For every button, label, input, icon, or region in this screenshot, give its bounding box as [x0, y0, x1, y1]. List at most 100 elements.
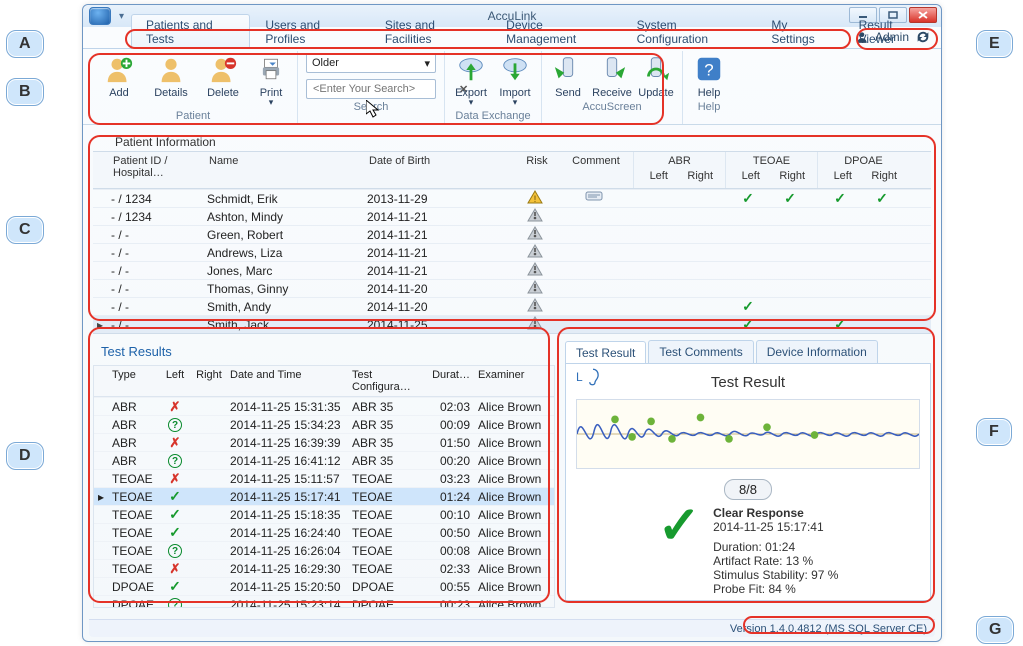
detail-tab-test-comments[interactable]: Test Comments: [648, 340, 753, 363]
test-result-row[interactable]: ▸TEOAE✓2014-11-25 15:17:41TEOAE01:24Alic…: [94, 487, 554, 505]
chevron-down-icon: ▾: [424, 57, 430, 70]
test-results-rows[interactable]: ABR✗2014-11-25 15:31:35ABR 3502:03Alice …: [94, 397, 554, 607]
device-update-icon: [640, 53, 672, 85]
unknown-icon: ?: [168, 418, 182, 432]
device-send-button[interactable]: Send: [550, 53, 586, 99]
patient-row[interactable]: - / -Green, Robert2014-11-21: [93, 225, 931, 243]
result-info: Clear Response 2014-11-25 15:17:41 Durat…: [713, 506, 838, 596]
svg-text:!: !: [534, 194, 537, 204]
test-results-title: Test Results: [93, 340, 555, 365]
patient-row[interactable]: - / -Smith, Andy2014-11-20✓: [93, 297, 931, 315]
user-name[interactable]: Admin: [875, 30, 909, 44]
ribbon-group-accuscreen: Send Receive Update AccuScreen: [542, 51, 683, 124]
user-icon: [855, 30, 869, 44]
detail-tab-device-information[interactable]: Device Information: [756, 340, 878, 363]
patient-row[interactable]: - / -Jones, Marc2014-11-21: [93, 261, 931, 279]
ribbon-tab-sites-and-facilities[interactable]: Sites and Facilities: [370, 14, 491, 49]
test-result-row[interactable]: TEOAE✓2014-11-25 15:18:35TEOAE00:10Alice…: [94, 505, 554, 523]
pass-icon: ✓: [834, 316, 846, 332]
pass-icon: ✓: [742, 316, 754, 332]
unknown-icon: ?: [168, 454, 182, 468]
pass-icon: ✓: [784, 190, 796, 206]
sync-icon[interactable]: [915, 29, 931, 45]
risk-none-icon: [527, 208, 543, 222]
chevron-down-icon: ▾: [269, 97, 274, 108]
pass-icon: ✓: [169, 506, 181, 522]
device-send-icon: [552, 53, 584, 85]
test-detail-panel: Test ResultTest CommentsDevice Informati…: [565, 340, 931, 608]
ribbon-tab-my-settings[interactable]: My Settings: [756, 14, 843, 49]
patient-row[interactable]: - / -Thomas, Ginny2014-11-20: [93, 279, 931, 297]
fail-icon: ✗: [170, 471, 181, 486]
qat-customize-icon[interactable]: ▾: [119, 11, 124, 22]
test-results-panel: Test Results Type Left Right Date and Ti…: [93, 340, 555, 608]
test-result-row[interactable]: ABR?2014-11-25 16:41:12ABR 3500:20Alice …: [94, 451, 554, 469]
chevron-down-icon: ▾: [469, 97, 474, 108]
test-results-header: Type Left Right Date and Time Test Confi…: [94, 366, 554, 397]
import-button[interactable]: Import ▾: [497, 53, 533, 108]
patient-row[interactable]: ▸- / -Smith, Jack2014-11-25✓✓: [93, 315, 931, 333]
person-delete-icon: [207, 53, 239, 85]
callout-E: E: [976, 30, 1013, 58]
pass-icon: ✓: [169, 524, 181, 540]
device-update-button[interactable]: Update: [638, 53, 674, 99]
ear-indicator: L: [576, 368, 600, 386]
test-result-row[interactable]: TEOAE✓2014-11-25 16:24:40TEOAE00:50Alice…: [94, 523, 554, 541]
ribbon-group-search: Older ▾ ✕ Search: [298, 51, 445, 124]
patient-info-panel: Patient Information Patient ID / Hospita…: [93, 133, 931, 334]
patient-row[interactable]: - / 1234Ashton, Mindy2014-11-21: [93, 207, 931, 225]
export-button[interactable]: Export ▾: [453, 53, 489, 108]
risk-none-icon: [527, 244, 543, 258]
callout-F: F: [976, 418, 1012, 446]
search-filter-dropdown[interactable]: Older ▾: [306, 53, 436, 73]
unknown-icon: ?: [168, 598, 182, 607]
test-result-row[interactable]: TEOAE?2014-11-25 16:26:04TEOAE00:08Alice…: [94, 541, 554, 559]
callout-B: B: [6, 78, 44, 106]
risk-none-icon: [527, 316, 543, 330]
print-button[interactable]: Print ▾: [253, 53, 289, 108]
detail-tab-test-result[interactable]: Test Result: [565, 341, 646, 364]
add-patient-button[interactable]: Add: [97, 53, 141, 99]
callout-A: A: [6, 30, 44, 58]
version-label: Version 1.4.0.4812 (MS SQL Server CE): [730, 623, 927, 635]
result-score: 8/8: [724, 479, 772, 500]
svg-text:?: ?: [704, 61, 713, 80]
ribbon-group-help: ? Help Help: [683, 51, 735, 124]
patient-grid-rows[interactable]: - / 1234Schmidt, Erik2013-11-29!✓✓✓✓- / …: [93, 189, 931, 334]
patient-details-button[interactable]: Details: [149, 53, 193, 99]
ribbon-tab-system-configuration[interactable]: System Configuration: [622, 14, 757, 49]
pass-icon: ✓: [742, 190, 754, 206]
risk-none-icon: [527, 298, 543, 312]
test-result-row[interactable]: DPOAE✓2014-11-25 15:20:50DPOAE00:55Alice…: [94, 577, 554, 595]
test-result-row[interactable]: TEOAE✗2014-11-25 15:11:57TEOAE03:23Alice…: [94, 469, 554, 487]
help-icon: ?: [693, 53, 725, 85]
test-result-row[interactable]: DPOAE?2014-11-25 15:23:14DPOAE00:23Alice…: [94, 595, 554, 607]
ribbon-tab-device-management[interactable]: Device Management: [491, 14, 621, 49]
person-plus-icon: [103, 53, 135, 85]
test-result-row[interactable]: ABR✗2014-11-25 16:39:39ABR 3501:50Alice …: [94, 433, 554, 451]
detail-heading: Test Result: [576, 374, 920, 391]
ribbon-tab-users-and-profiles[interactable]: Users and Profiles: [250, 14, 370, 49]
search-input[interactable]: [311, 82, 457, 96]
app-orb-button[interactable]: [89, 7, 111, 25]
ribbon-group-data-exchange: Export ▾ Import ▾ Data Exchange: [445, 51, 542, 124]
test-result-row[interactable]: ABR✗2014-11-25 15:31:35ABR 3502:03Alice …: [94, 397, 554, 415]
ribbon-tab-patients-and-tests[interactable]: Patients and Tests: [131, 14, 250, 49]
callout-C: C: [6, 216, 44, 244]
app-window: ▾ AccuLink Patients and TestsUsers and P…: [82, 4, 942, 642]
help-button[interactable]: ? Help: [691, 53, 727, 99]
pass-icon: ✓: [876, 190, 888, 206]
delete-patient-button[interactable]: Delete: [201, 53, 245, 99]
risk-warn-icon: !: [527, 190, 543, 204]
risk-none-icon: [527, 262, 543, 276]
risk-none-icon: [527, 226, 543, 240]
device-receive-button[interactable]: Receive: [594, 53, 630, 99]
test-result-row[interactable]: TEOAE✗2014-11-25 16:29:30TEOAE02:33Alice…: [94, 559, 554, 577]
unknown-icon: ?: [168, 544, 182, 558]
cloud-import-icon: [499, 53, 531, 85]
ribbon: Add Details Delete Print ▾: [83, 49, 941, 125]
patient-row[interactable]: - / -Andrews, Liza2014-11-21: [93, 243, 931, 261]
patient-row[interactable]: - / 1234Schmidt, Erik2013-11-29!✓✓✓✓: [93, 189, 931, 207]
test-result-row[interactable]: ABR?2014-11-25 15:34:23ABR 3500:09Alice …: [94, 415, 554, 433]
status-bar: Version 1.4.0.4812 (MS SQL Server CE): [89, 619, 935, 637]
